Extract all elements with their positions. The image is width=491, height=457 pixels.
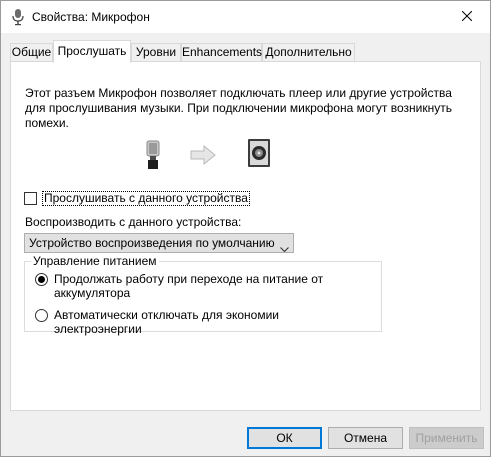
microphone-icon — [144, 140, 162, 173]
radio-auto-power-off[interactable]: Автоматически отключать для экономии эле… — [35, 308, 354, 336]
apply-button[interactable]: Применить — [409, 427, 484, 449]
chevron-down-icon — [280, 240, 289, 253]
properties-dialog: Свойства: Микрофон Общие Прослушать Уров… — [0, 0, 491, 457]
power-management-legend: Управление питанием — [31, 254, 159, 268]
radio-continue-on-battery-label[interactable]: Продолжать работу при переходе на питани… — [54, 272, 354, 300]
radio-button-unchecked[interactable] — [35, 309, 48, 322]
radio-continue-on-battery[interactable]: Продолжать работу при переходе на питани… — [35, 272, 354, 300]
power-management-group: Управление питанием Продолжать работу пр… — [24, 254, 382, 336]
listen-panel: Этот разъем Микрофон позволяет подключат… — [10, 61, 481, 411]
ok-button[interactable]: ОК — [247, 427, 322, 449]
radio-auto-power-off-label[interactable]: Автоматически отключать для экономии эле… — [54, 308, 354, 336]
playback-device-value: Устройство воспроизведения по умолчанию — [29, 236, 275, 250]
tab-levels[interactable]: Уровни — [131, 43, 181, 61]
close-icon — [461, 10, 473, 24]
close-button[interactable] — [444, 1, 490, 33]
speaker-icon — [247, 138, 271, 171]
microphone-icon — [11, 8, 25, 26]
cancel-button[interactable]: Отмена — [328, 427, 403, 449]
window-title: Свойства: Микрофон — [32, 10, 150, 24]
playback-label: Воспроизводить с данного устройства: — [25, 215, 242, 229]
tab-listen[interactable]: Прослушать — [53, 40, 131, 63]
arrow-right-icon — [190, 144, 216, 168]
tab-enhancements[interactable]: Enhancements — [181, 43, 262, 61]
radio-button-checked[interactable] — [35, 273, 48, 286]
tab-advanced[interactable]: Дополнительно — [262, 43, 355, 61]
title-bar[interactable]: Свойства: Микрофон — [1, 1, 490, 33]
listen-checkbox-row[interactable]: Прослушивать с данного устройства — [24, 191, 250, 206]
device-graphic — [136, 138, 276, 172]
description-text: Этот разъем Микрофон позволяет подключат… — [25, 86, 452, 130]
listen-checkbox[interactable] — [24, 192, 37, 205]
playback-device-select[interactable]: Устройство воспроизведения по умолчанию — [24, 233, 294, 253]
listen-checkbox-label[interactable]: Прослушивать с данного устройства — [42, 191, 250, 206]
tab-general[interactable]: Общие — [10, 43, 53, 61]
